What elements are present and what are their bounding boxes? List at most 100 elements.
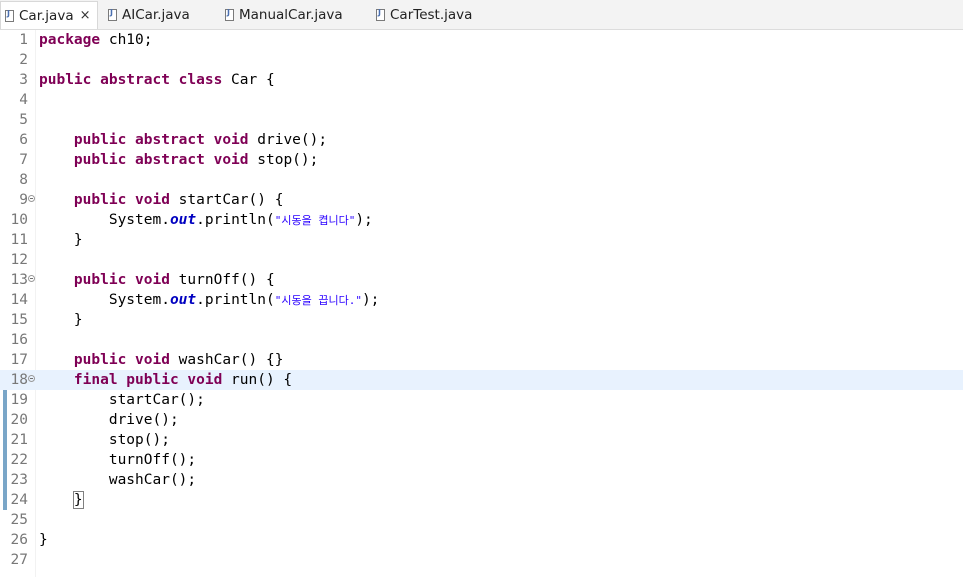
line-number: 4: [19, 92, 28, 108]
tab-label: AICar.java: [122, 7, 190, 23]
line-number: 25: [10, 512, 28, 528]
line-number: 26: [10, 532, 28, 548]
code-line[interactable]: 24 }: [0, 490, 963, 510]
code-text: public abstract void stop();: [39, 150, 318, 170]
rest: }: [39, 532, 48, 548]
code-line[interactable]: 12: [0, 250, 963, 270]
line-number: 27: [10, 552, 28, 568]
code-line[interactable]: 4: [0, 90, 963, 110]
line-number: 16: [10, 332, 28, 348]
code-line[interactable]: 1 package ch10;: [0, 30, 963, 50]
code-line[interactable]: 27: [0, 550, 963, 570]
line-number: 11: [10, 232, 28, 248]
fold-collapse-icon[interactable]: [28, 375, 35, 382]
post: );: [361, 292, 380, 308]
code-line[interactable]: 2: [0, 50, 963, 70]
code-line[interactable]: 26}: [0, 530, 963, 550]
line-number: 6: [19, 132, 28, 148]
code-line[interactable]: 22 turnOff();: [0, 450, 963, 470]
java-file-icon: [5, 9, 14, 22]
code-line[interactable]: 15 }: [0, 310, 963, 330]
code-line[interactable]: 9 public void startCar() {: [0, 190, 963, 210]
code-line[interactable]: 18 final public void run() {: [0, 370, 963, 390]
field: out: [169, 292, 197, 308]
pre: System.: [108, 292, 170, 308]
code-text: turnOff();: [39, 450, 196, 470]
code-text: washCar();: [39, 470, 196, 490]
kw1: public abstract void: [73, 152, 249, 168]
line-number: 10: [10, 212, 28, 228]
rest: drive();: [248, 132, 328, 148]
code-line[interactable]: 6 public abstract void drive();: [0, 130, 963, 150]
line-number: 2: [19, 52, 28, 68]
java-file-icon: [376, 8, 385, 21]
rest: drive();: [108, 412, 179, 428]
rest: washCar();: [108, 472, 197, 488]
rest: stop();: [248, 152, 319, 168]
kw1: final public void: [73, 372, 223, 388]
tab-cartest-java[interactable]: CarTest.java: [376, 2, 472, 28]
kw1: package: [39, 32, 101, 48]
line-number: 5: [19, 112, 28, 128]
tab-manualcar-java[interactable]: ManualCar.java: [225, 2, 343, 28]
tab-label: ManualCar.java: [239, 7, 343, 23]
bracket: }: [72, 491, 84, 509]
line-number: 19: [10, 392, 28, 408]
code-editor[interactable]: 1 package ch10; 2 3 public abstract class Ca…: [0, 30, 963, 577]
kw1: public abstract void: [73, 132, 249, 148]
code-line[interactable]: 11 }: [0, 230, 963, 250]
rest: ch10;: [100, 32, 153, 48]
post: );: [355, 212, 373, 228]
code-text: }: [39, 230, 83, 250]
line-number: 9: [19, 192, 28, 208]
rest: Car {: [222, 72, 275, 88]
fold-collapse-icon[interactable]: [28, 195, 35, 202]
rest: washCar() {}: [169, 352, 284, 368]
code-text: public void startCar() {: [39, 190, 284, 210]
line-number: 17: [10, 352, 28, 368]
code-text: System.out.println("시동을 끕니다.");: [39, 290, 380, 311]
line-number: 22: [10, 452, 28, 468]
code-line[interactable]: 8: [0, 170, 963, 190]
line-number: 14: [10, 292, 28, 308]
code-line[interactable]: 3 public abstract class Car {: [0, 70, 963, 90]
code-text: package ch10;: [39, 30, 153, 50]
fold-collapse-icon[interactable]: [28, 275, 35, 282]
line-number: 1: [19, 32, 28, 48]
code-line[interactable]: 5: [0, 110, 963, 130]
line-number: 3: [19, 72, 28, 88]
tab-label: Car.java: [19, 7, 74, 24]
rest: turnOff() {: [169, 272, 275, 288]
java-file-icon: [225, 8, 234, 21]
code-line[interactable]: 21 stop();: [0, 430, 963, 450]
code-text: public void washCar() {}: [39, 350, 284, 370]
kw1: public void: [73, 352, 170, 368]
code-line[interactable]: 10 System.out.println("시동을 켭니다");: [0, 210, 963, 230]
code-line[interactable]: 7 public abstract void stop();: [0, 150, 963, 170]
code-line[interactable]: 13 public void turnOff() {: [0, 270, 963, 290]
pre: System.: [108, 212, 170, 228]
code-line[interactable]: 16: [0, 330, 963, 350]
code-line[interactable]: 17 public void washCar() {}: [0, 350, 963, 370]
close-tab-icon[interactable]: ×: [80, 9, 91, 22]
mid: .println(: [196, 292, 275, 308]
code-line[interactable]: 19 startCar();: [0, 390, 963, 410]
code-line[interactable]: 14 System.out.println("시동을 끕니다.");: [0, 290, 963, 310]
code-line[interactable]: 23 washCar();: [0, 470, 963, 490]
str: "시동을 끕니다.": [274, 294, 362, 307]
line-number: 24: [10, 492, 28, 508]
code-line[interactable]: 25: [0, 510, 963, 530]
str: "시동을 켭니다": [274, 214, 356, 227]
line-number: 7: [19, 152, 28, 168]
code-line[interactable]: 20 drive();: [0, 410, 963, 430]
tab-aicar-java[interactable]: AICar.java: [108, 2, 190, 28]
line-number: 20: [10, 412, 28, 428]
tab-car-java[interactable]: Car.java ×: [0, 1, 98, 29]
line-number: 12: [10, 252, 28, 268]
java-file-icon: [108, 8, 117, 21]
